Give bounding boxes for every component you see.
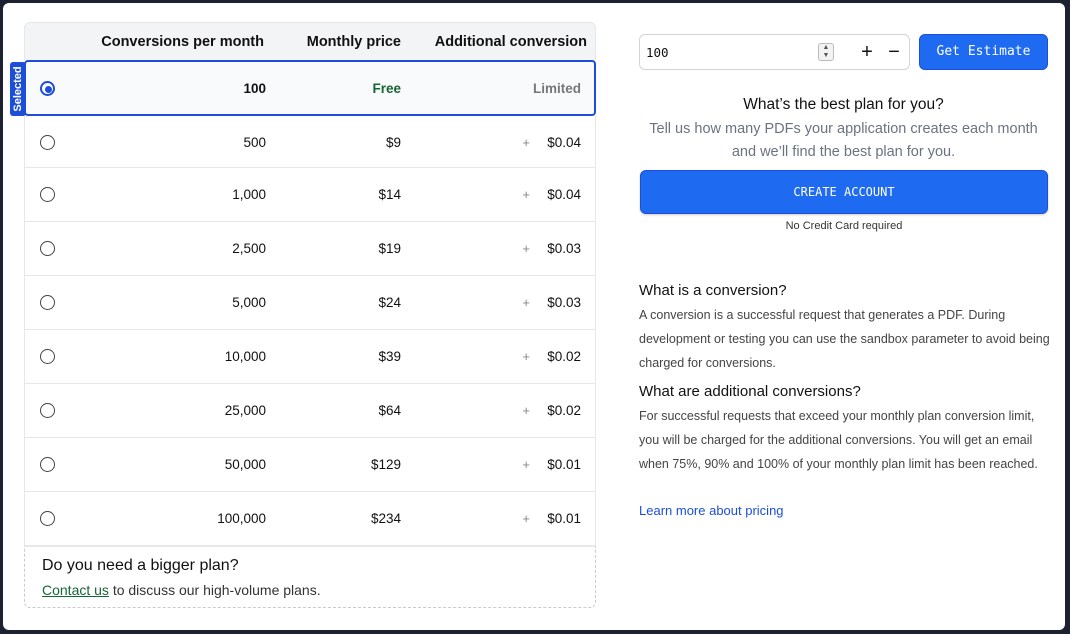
row-conversions: 5,000 xyxy=(232,295,266,310)
table-row[interactable]: 100,000 $234 + $0.01 xyxy=(24,492,596,546)
row-conversions: 100,000 xyxy=(217,511,266,526)
no-credit-card-note: No Credit Card required xyxy=(785,220,903,232)
get-estimate-button[interactable]: Get Estimate xyxy=(919,34,1048,70)
row-plus-sign: + xyxy=(522,135,530,150)
plan-radio[interactable] xyxy=(40,295,55,310)
row-plus-sign: + xyxy=(522,187,530,202)
row-plus-sign: + xyxy=(522,403,530,418)
quantity-value[interactable]: 100 xyxy=(646,45,669,60)
create-account-button[interactable]: CREATE ACCOUNT xyxy=(640,170,1048,214)
row-additional-cost: $0.02 xyxy=(547,403,581,418)
table-row[interactable]: 1,000 $14 + $0.04 xyxy=(24,168,596,222)
contact-us-link[interactable]: Contact us xyxy=(42,582,109,598)
plan-radio[interactable] xyxy=(40,403,55,418)
row-plus-sign: + xyxy=(522,295,530,310)
table-row[interactable]: 10,000 $39 + $0.02 xyxy=(24,330,596,384)
row-monthly-price: $234 xyxy=(370,511,401,526)
row-conversions: 10,000 xyxy=(224,349,266,364)
bigger-plan-title: Do you need a bigger plan? xyxy=(42,557,239,574)
bigger-plan-rest: to discuss our high-volume plans. xyxy=(108,582,321,598)
row-additional-cost: $0.03 xyxy=(547,295,581,310)
row-conversions: 2,500 xyxy=(232,241,266,256)
row-conversions: 25,000 xyxy=(224,403,266,418)
learn-more-pricing-link[interactable]: Learn more about pricing xyxy=(639,503,784,518)
spinner-icon[interactable]: ▲ ▼ xyxy=(818,43,834,61)
table-header: Conversions per month Monthly price Addi… xyxy=(24,22,596,60)
table-row[interactable]: 50,000 $129 + $0.01 xyxy=(24,438,596,492)
increment-button[interactable]: + xyxy=(856,40,878,64)
header-monthly-price: Monthly price xyxy=(306,34,401,50)
row-monthly-price: $14 xyxy=(378,187,401,202)
row-monthly-price: $39 xyxy=(378,349,401,364)
row-monthly-price: $24 xyxy=(378,295,401,310)
table-row[interactable]: 5,000 $24 + $0.03 xyxy=(24,276,596,330)
plan-radio[interactable] xyxy=(40,241,55,256)
plan-radio[interactable] xyxy=(40,187,55,202)
row-monthly-price: Free xyxy=(372,81,401,96)
plan-radio[interactable] xyxy=(40,135,55,150)
faq-conversion-answer: A conversion is a successful request tha… xyxy=(639,308,1050,370)
row-additional-cost: $0.01 xyxy=(547,511,581,526)
row-conversions: 100 xyxy=(243,81,266,96)
header-additional-conversion: Additional conversion xyxy=(434,34,587,50)
bigger-plan-text: Contact us to discuss our high-volume pl… xyxy=(42,582,321,598)
selected-badge: Selected xyxy=(10,62,26,116)
table-row[interactable]: 500 $9 + $0.04 xyxy=(24,116,596,168)
plan-radio[interactable] xyxy=(40,349,55,364)
faq-additional-answer: For successful requests that exceed your… xyxy=(639,409,1038,471)
decrement-button[interactable]: − xyxy=(883,40,905,64)
row-plus-sign: + xyxy=(522,457,530,472)
row-additional-cost: $0.02 xyxy=(547,349,581,364)
quantity-input[interactable]: 100 ▲ ▼ + − xyxy=(639,34,910,70)
table-row-selected[interactable]: 100 Free Limited xyxy=(24,60,596,116)
row-monthly-price: $129 xyxy=(370,457,401,472)
radio-selected-dot xyxy=(44,85,52,93)
row-monthly-price: $19 xyxy=(378,241,401,256)
plan-radio[interactable] xyxy=(40,81,55,96)
row-conversions: 50,000 xyxy=(224,457,266,472)
plan-radio[interactable] xyxy=(40,511,55,526)
row-additional-cost: $0.04 xyxy=(547,187,581,202)
row-conversions: 500 xyxy=(243,135,266,150)
table-row[interactable]: 25,000 $64 + $0.02 xyxy=(24,384,596,438)
plan-radio[interactable] xyxy=(40,457,55,472)
row-additional-cost: $0.04 xyxy=(547,135,581,150)
row-plus-sign: + xyxy=(522,349,530,364)
row-monthly-price: $64 xyxy=(378,403,401,418)
row-additional-cost: $0.01 xyxy=(547,457,581,472)
row-monthly-price: $9 xyxy=(385,135,401,150)
row-plus-sign: + xyxy=(522,241,530,256)
row-additional-cost: $0.03 xyxy=(547,241,581,256)
faq-conversion-title: What is a conversion? xyxy=(639,282,787,299)
header-conversions: Conversions per month xyxy=(101,34,264,50)
best-plan-subtitle: Tell us how many PDFs your application c… xyxy=(649,121,1038,160)
row-conversions: 1,000 xyxy=(232,187,266,202)
faq-additional-title: What are additional conversions? xyxy=(639,383,861,400)
best-plan-title: What’s the best plan for you? xyxy=(743,96,944,113)
bigger-plan-box: Do you need a bigger plan? Contact us to… xyxy=(24,546,596,608)
table-row[interactable]: 2,500 $19 + $0.03 xyxy=(24,222,596,276)
row-additional-cost: Limited xyxy=(532,81,581,96)
row-plus-sign: + xyxy=(522,511,530,526)
